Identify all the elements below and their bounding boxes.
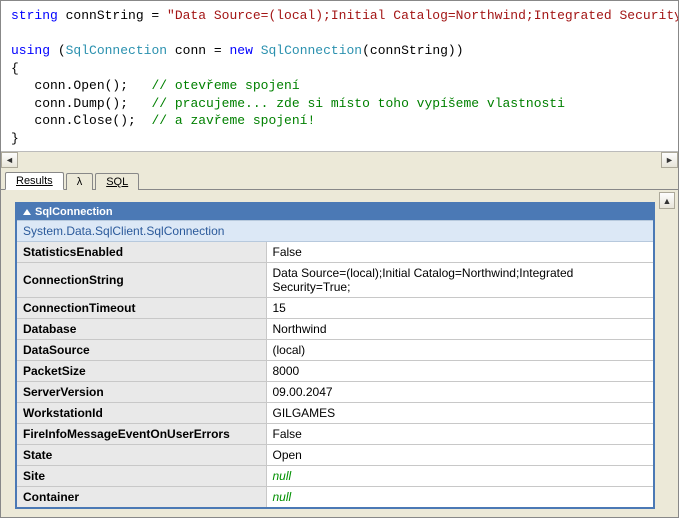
vertical-scrollbar[interactable]: ▲ xyxy=(659,192,676,515)
table-row: ServerVersion09.00.2047 xyxy=(16,382,654,403)
scroll-right-button[interactable]: ► xyxy=(661,152,678,168)
dump-table: SqlConnection System.Data.SqlClient.SqlC… xyxy=(15,202,655,509)
property-name: DataSource xyxy=(16,340,266,361)
property-name: ServerVersion xyxy=(16,382,266,403)
property-name: State xyxy=(16,445,266,466)
property-name: Site xyxy=(16,466,266,487)
property-name: FireInfoMessageEventOnUserErrors xyxy=(16,424,266,445)
collapse-icon[interactable] xyxy=(23,209,31,215)
property-value: null xyxy=(266,487,654,509)
property-name: Container xyxy=(16,487,266,509)
property-value: 09.00.2047 xyxy=(266,382,654,403)
results-tabs: Results λ SQL xyxy=(1,168,678,190)
property-name: ConnectionString xyxy=(16,263,266,298)
property-value: Data Source=(local);Initial Catalog=Nort… xyxy=(266,263,654,298)
property-name: PacketSize xyxy=(16,361,266,382)
property-value: Open xyxy=(266,445,654,466)
property-value: Northwind xyxy=(266,319,654,340)
property-name: WorkstationId xyxy=(16,403,266,424)
table-row: Sitenull xyxy=(16,466,654,487)
table-row: StatisticsEnabledFalse xyxy=(16,242,654,263)
dump-title: SqlConnection xyxy=(35,206,113,218)
horizontal-scrollbar[interactable]: ◄ ► xyxy=(1,151,678,168)
property-value: 15 xyxy=(266,298,654,319)
scroll-up-button[interactable]: ▲ xyxy=(659,192,675,209)
tab-sql[interactable]: SQL xyxy=(95,173,139,190)
property-value: 8000 xyxy=(266,361,654,382)
property-value: GILGAMES xyxy=(266,403,654,424)
table-row: Containernull xyxy=(16,487,654,509)
property-value: False xyxy=(266,424,654,445)
scroll-track[interactable] xyxy=(18,152,661,168)
dump-header[interactable]: SqlConnection xyxy=(16,203,654,221)
table-row: ConnectionTimeout15 xyxy=(16,298,654,319)
tab-lambda[interactable]: λ xyxy=(66,173,94,190)
dump-typename: System.Data.SqlClient.SqlConnection xyxy=(16,221,654,242)
property-value: null xyxy=(266,466,654,487)
table-row: DataSource(local) xyxy=(16,340,654,361)
table-row: FireInfoMessageEventOnUserErrorsFalse xyxy=(16,424,654,445)
property-name: ConnectionTimeout xyxy=(16,298,266,319)
table-row: PacketSize8000 xyxy=(16,361,654,382)
property-value: (local) xyxy=(266,340,654,361)
table-row: WorkstationIdGILGAMES xyxy=(16,403,654,424)
table-row: DatabaseNorthwind xyxy=(16,319,654,340)
property-name: StatisticsEnabled xyxy=(16,242,266,263)
property-value: False xyxy=(266,242,654,263)
property-name: Database xyxy=(16,319,266,340)
code-editor[interactable]: string connString = "Data Source=(local)… xyxy=(1,1,678,151)
tab-results[interactable]: Results xyxy=(5,172,64,190)
results-pane: ▲ SqlConnection System.Data.SqlClient.Sq… xyxy=(1,190,678,517)
table-row: StateOpen xyxy=(16,445,654,466)
table-row: ConnectionStringData Source=(local);Init… xyxy=(16,263,654,298)
scroll-left-button[interactable]: ◄ xyxy=(1,152,18,168)
